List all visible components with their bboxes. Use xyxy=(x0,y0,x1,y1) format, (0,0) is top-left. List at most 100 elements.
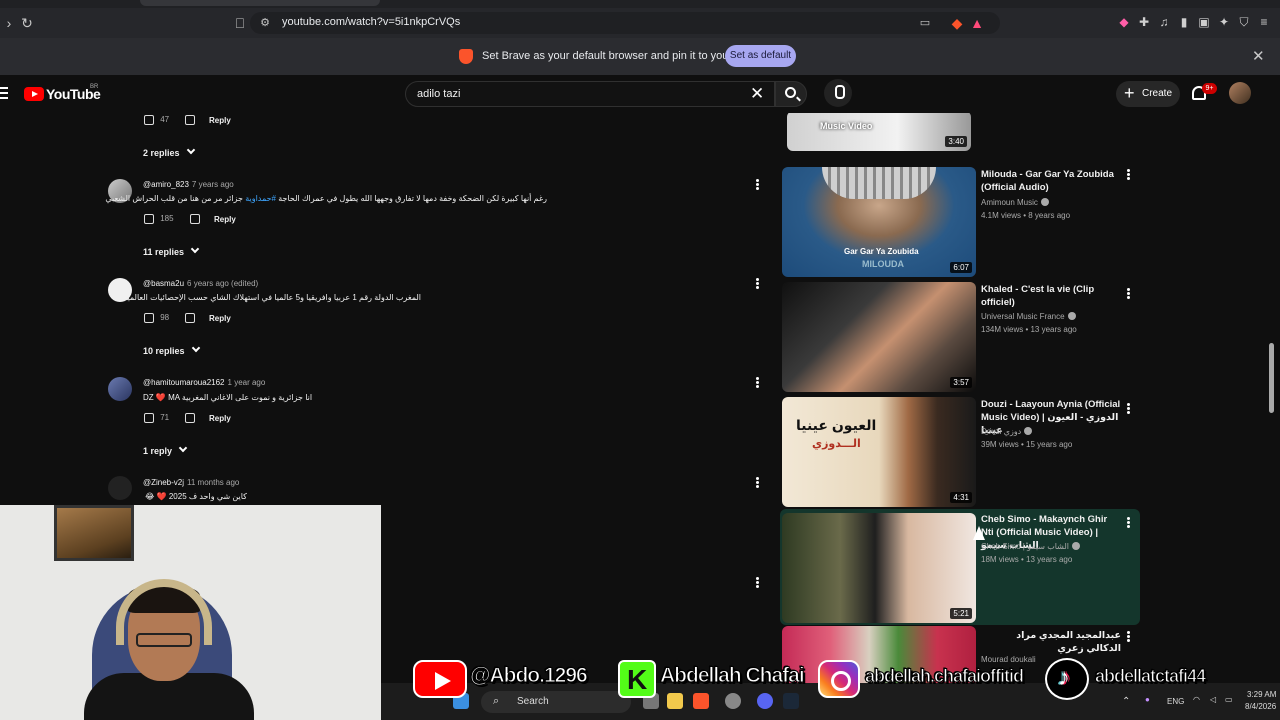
more-actions-icon[interactable] xyxy=(756,481,759,484)
comment-time[interactable]: 6 years ago (edited) xyxy=(187,279,258,288)
like-icon[interactable] xyxy=(144,115,154,125)
extensions-icon[interactable]: ✚ xyxy=(1136,14,1152,30)
dislike-icon[interactable] xyxy=(185,115,196,125)
youtube-social-icon xyxy=(413,660,467,698)
replies-toggle[interactable]: 2 replies xyxy=(143,145,195,158)
reload-icon[interactable]: ↻ xyxy=(18,14,36,32)
comment-actions: 98 xyxy=(144,313,196,323)
like-icon[interactable] xyxy=(144,313,154,323)
more-actions-icon[interactable] xyxy=(756,581,759,584)
video-thumbnail[interactable]: العيون عينيا الـــدوزي 4:31 xyxy=(782,397,976,507)
more-actions-icon[interactable] xyxy=(1127,173,1130,176)
username[interactable]: @amiro_823 xyxy=(143,180,189,189)
more-actions-icon[interactable] xyxy=(1127,521,1130,524)
reply-button[interactable]: Reply xyxy=(214,215,236,224)
list-item[interactable]: Gar Gar Ya Zoubida MILOUDA 6:07 Milouda … xyxy=(780,167,1140,279)
channel-label[interactable]: Amimoun Music xyxy=(981,198,1038,207)
vpn-icon[interactable]: ⛉ xyxy=(1236,14,1252,30)
channel-label[interactable]: Cheb Simo | الشاب سيمو xyxy=(981,542,1069,551)
comment-text: رغم أنها كبيرة لكن الضحكة وخفة دمها لا ت… xyxy=(105,194,547,203)
reply-button[interactable]: Reply xyxy=(209,116,231,125)
list-item[interactable]: 5:21 Cheb Simo - Makaynch Ghir Nti (Offi… xyxy=(780,509,1140,625)
comment-author[interactable]: @basma2u 6 years ago (edited) xyxy=(143,279,258,288)
wallet-icon[interactable]: ▣ xyxy=(1196,14,1212,30)
scrollbar-thumb[interactable] xyxy=(1269,343,1274,413)
comment-time[interactable]: 11 months ago xyxy=(187,478,239,487)
site-settings-icon[interactable]: ⚙ xyxy=(256,14,274,32)
brave-rewards-icon[interactable]: ▲ xyxy=(968,14,986,32)
avatar[interactable] xyxy=(108,377,132,401)
list-item[interactable]: 3:57 Khaled - C'est la vie (Clip officie… xyxy=(780,282,1140,394)
replies-count: 1 reply xyxy=(143,446,173,456)
account-avatar[interactable] xyxy=(1229,82,1251,104)
like-icon[interactable] xyxy=(144,214,154,224)
replies-toggle[interactable]: 11 replies xyxy=(143,244,200,257)
url-field[interactable]: ⚙ youtube.com/watch?v=5i1nkpCrVQs ▭ ◆ ▲ xyxy=(250,12,1000,34)
close-icon[interactable]: ✕ xyxy=(1252,47,1265,65)
sidebar-icon[interactable]: ▮ xyxy=(1176,14,1192,30)
video-thumbnail[interactable]: 3:57 xyxy=(782,282,976,392)
video-title[interactable]: Khaled - C'est la vie (Clip officiel) xyxy=(981,283,1121,309)
comment-time[interactable]: 7 years ago xyxy=(192,180,234,189)
reply-button[interactable]: Reply xyxy=(209,414,231,423)
video-title[interactable]: Milouda - Gar Gar Ya Zoubida (Official A… xyxy=(981,168,1121,194)
comment-text-part: جزائر مر من هنا من قلب الحراش الشعبي xyxy=(105,194,246,203)
username[interactable]: @Zineb-v2j xyxy=(143,478,184,487)
username[interactable]: @basma2u xyxy=(143,279,184,288)
menu-icon[interactable]: ≡ xyxy=(1256,14,1272,30)
list-item[interactable]: Music Video 3:40 xyxy=(780,113,1140,156)
video-title[interactable]: عبدالمجيد المجدي مراد الدكالي زعري xyxy=(981,629,1121,655)
hamburger-menu-icon[interactable] xyxy=(0,87,8,99)
more-actions-icon[interactable] xyxy=(756,381,759,384)
more-actions-icon[interactable] xyxy=(1127,635,1130,638)
voice-search-icon[interactable] xyxy=(824,79,852,107)
more-actions-icon[interactable] xyxy=(756,183,759,186)
channel-label[interactable]: Universal Music France xyxy=(981,312,1065,321)
youtube-logo-icon[interactable] xyxy=(24,87,44,101)
active-tab[interactable] xyxy=(140,0,380,6)
battery-icon[interactable]: ▭ xyxy=(1225,695,1233,704)
forward-icon[interactable]: › xyxy=(0,14,18,32)
more-actions-icon[interactable] xyxy=(1127,407,1130,410)
dislike-icon[interactable] xyxy=(189,214,200,224)
brave-shields-icon[interactable]: ◆ xyxy=(948,14,966,32)
dislike-icon[interactable] xyxy=(185,313,196,323)
search-input[interactable]: adilo tazi ✕ xyxy=(405,81,775,107)
dislike-icon[interactable] xyxy=(185,413,196,423)
bookmark-icon[interactable]: ⎕ xyxy=(231,14,249,32)
more-actions-icon[interactable] xyxy=(756,282,759,285)
music-icon[interactable]: ♫ xyxy=(1156,14,1172,30)
reply-button[interactable]: Reply xyxy=(209,314,231,323)
avatar[interactable] xyxy=(108,476,132,500)
video-thumbnail[interactable]: Music Video 3:40 xyxy=(787,113,971,151)
video-meta: 4.1M views • 8 years ago xyxy=(981,211,1071,220)
search-button[interactable] xyxy=(775,81,807,107)
page-scrollbar[interactable] xyxy=(1266,113,1276,683)
hashtag-link[interactable]: #حمداوية xyxy=(245,194,276,203)
channel-name[interactable]: Cheb Simo | الشاب سيمو xyxy=(981,542,1080,551)
channel-name[interactable]: Amimoun Music xyxy=(981,198,1049,207)
replies-toggle[interactable]: 10 replies xyxy=(143,343,200,356)
channel-name[interactable]: Douzi دوزي xyxy=(981,427,1033,436)
username[interactable]: @hamitoumaroua2162 xyxy=(143,378,225,387)
comment-author[interactable]: @amiro_823 7 years ago xyxy=(143,180,234,189)
video-thumbnail[interactable]: 5:21 xyxy=(782,513,976,623)
channel-label[interactable]: Douzi دوزي xyxy=(981,427,1021,436)
like-icon[interactable] xyxy=(144,413,154,423)
more-actions-icon[interactable] xyxy=(1127,292,1130,295)
replies-toggle[interactable]: 1 reply xyxy=(143,443,188,456)
comment-time[interactable]: 1 year ago xyxy=(228,378,266,387)
cast-icon[interactable]: ▭ xyxy=(916,14,934,32)
ai-icon[interactable]: ✦ xyxy=(1216,14,1232,30)
video-thumbnail[interactable]: Gar Gar Ya Zoubida MILOUDA 6:07 xyxy=(782,167,976,277)
clock-date[interactable]: 8/4/2026 xyxy=(1245,702,1276,711)
channel-name[interactable]: Universal Music France xyxy=(981,312,1076,321)
clock-time[interactable]: 3:29 AM xyxy=(1247,690,1276,699)
list-item[interactable]: العيون عينيا الـــدوزي 4:31 Douzi - Laay… xyxy=(780,397,1140,509)
create-button[interactable]: + Create xyxy=(1116,81,1180,107)
leo-icon[interactable]: ◆ xyxy=(1116,14,1132,30)
comment-author[interactable]: @Zineb-v2j 11 months ago xyxy=(143,478,239,487)
set-default-button[interactable]: Set as default xyxy=(725,45,796,67)
clear-search-icon[interactable]: ✕ xyxy=(750,84,764,104)
comment-author[interactable]: @hamitoumaroua2162 1 year ago xyxy=(143,378,265,387)
